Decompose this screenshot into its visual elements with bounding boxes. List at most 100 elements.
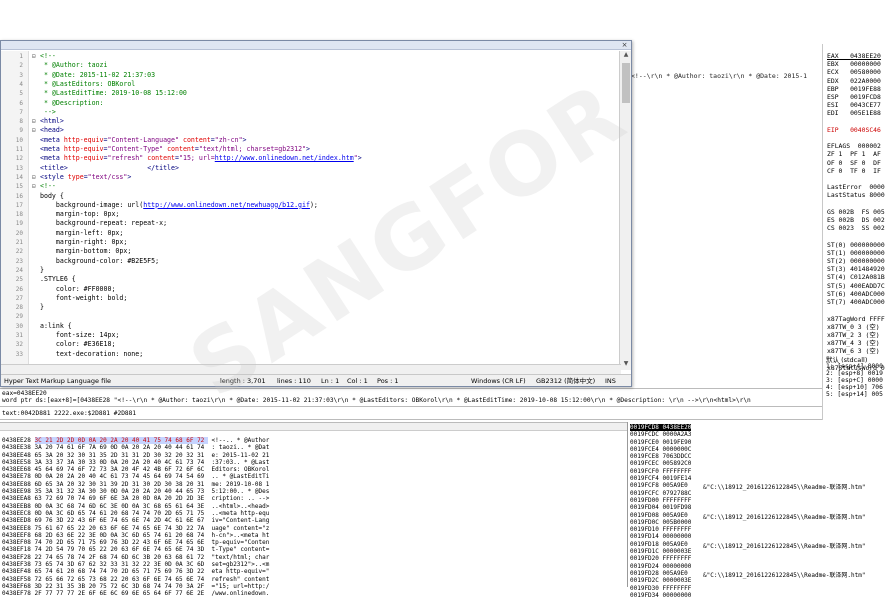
code-line[interactable]: 24} (1, 266, 619, 275)
code-line[interactable]: 2 * @Author: taozi (1, 61, 619, 70)
fold-icon[interactable]: ⊟ (32, 52, 36, 61)
stack-panel[interactable]: 0019FCD8 0438EE20 0019FCDC 0000A2A3 0019FC… (627, 422, 889, 599)
code-line[interactable]: 10 <meta http-equiv="Content-Language" co… (1, 136, 619, 145)
code-line[interactable]: 28} (1, 303, 619, 312)
close-icon[interactable]: × (620, 41, 629, 49)
code-line[interactable]: 4 * @LastEditors: OBKorol (1, 80, 619, 89)
register-row[interactable]: ST(3) 401484920 (827, 265, 885, 273)
code-line[interactable]: 15 ⊟ <!-- (1, 182, 619, 191)
stack-row[interactable]: 0019FD18 005A9E0 (630, 541, 691, 548)
dump-row[interactable]: 0438EEE8 75 61 67 65 22 20 63 6F 6E 74 6… (2, 525, 269, 532)
code-line[interactable]: 30 a:link { (1, 322, 619, 331)
dump-row[interactable]: 0438EF38 73 65 74 3D 67 62 32 33 31 32 2… (2, 561, 269, 568)
code-line[interactable]: 8 ⊟ <html> (1, 117, 619, 126)
register-row[interactable]: ZF 1 PF 1 AF (827, 150, 885, 158)
dump-row[interactable]: 0438EEC8 0D 0A 3C 6D 65 74 61 20 68 74 7… (2, 510, 269, 517)
memory-dump-panel[interactable]: 0438EE28 3C 21 2D 2D 0D 0A 20 2A 20 40 4… (0, 422, 627, 597)
fold-icon[interactable]: ⊟ (32, 173, 36, 182)
register-row[interactable]: EBX 00000000 (827, 60, 885, 68)
stack-row[interactable]: 0019FCF8 005A9E0 (630, 482, 691, 489)
dump-rows[interactable]: 0438EE28 3C 21 2D 2D 0D 0A 20 2A 20 40 4… (2, 437, 269, 598)
argument-row[interactable]: 5: [esp+14] 005 (826, 391, 883, 398)
dump-row[interactable]: 0438EE98 35 3A 31 32 3A 30 30 0D 0A 20 2… (2, 488, 269, 495)
scroll-up-icon[interactable]: ▲ (620, 51, 632, 61)
code-line[interactable]: 1 ⊟ <!-- (1, 52, 619, 61)
stack-rows[interactable]: 0019FCD8 0438EE20 0019FCDC 0000A2A3 0019FC… (630, 424, 692, 599)
stack-row[interactable]: 0019FCD8 0438EE20 (630, 424, 692, 432)
stack-row[interactable]: 0019FD04 0019FD98 (630, 504, 691, 511)
stack-row[interactable]: 0019FCF0 FFFFFFFF (630, 468, 691, 475)
code-line[interactable]: 22 margin-bottom: 0px; (1, 247, 619, 256)
stack-row[interactable]: 0019FD28 005A9E0 (630, 570, 691, 577)
register-row[interactable]: GS 002B FS 005 (827, 208, 885, 216)
stack-row[interactable]: 0019FD2C 0000003E (630, 577, 691, 584)
code-line[interactable]: 32 color: #E36E18; (1, 340, 619, 349)
code-line[interactable]: 33 text-decoration: none; (1, 350, 619, 359)
dump-row[interactable]: 0438EED8 69 76 3D 22 43 6F 6E 74 65 6E 7… (2, 517, 269, 524)
argument-row[interactable]: 1: [esp+4] 0000 (826, 363, 883, 370)
code-area[interactable]: 1 ⊟ <!-- 2 * @Author: taozi 3 * @Date: 2015-… (1, 51, 619, 370)
dump-row[interactable]: 0438EF78 2F 77 77 77 2E 6F 6E 6C 69 6E 6… (2, 590, 269, 597)
code-line[interactable]: 31 font-size: 14px; (1, 331, 619, 340)
register-row[interactable]: x87TagWord FFFF (827, 315, 885, 323)
editor-window[interactable]: × 1 ⊟ <!-- 2 * @Author: taozi 3 * @Date: 201… (0, 40, 632, 387)
stack-row[interactable]: 0019FD14 00000000 (630, 533, 691, 540)
code-line[interactable]: 17 background-image: url(http://www.onli… (1, 201, 619, 210)
scroll-thumb[interactable] (622, 63, 630, 103)
register-row[interactable]: ST(6) 400ADC000 (827, 290, 885, 298)
stack-row[interactable]: 0019FD20 FFFFFFFF (630, 555, 691, 562)
stack-row[interactable]: 0019FD0C 005B0000 (630, 519, 691, 526)
dump-row[interactable]: 0438EE78 0D 0A 20 2A 20 40 4C 61 73 74 4… (2, 473, 269, 480)
code-line[interactable]: 12 <meta http-equiv="refresh" content="15… (1, 154, 619, 163)
dump-row[interactable]: 0438EEB8 0D 0A 3C 68 74 6D 6C 3E 0D 0A 3… (2, 503, 269, 510)
stack-row[interactable]: 0019FCEC 005892C0 (630, 460, 691, 467)
register-row[interactable]: LastError 0000 (827, 183, 885, 191)
dump-row[interactable]: 0438EF58 72 65 66 72 65 73 68 22 20 63 6… (2, 576, 269, 583)
stack-row[interactable]: 0019FD08 005A9E0 (630, 512, 691, 519)
register-row[interactable]: EBP 0019FE88 (827, 85, 885, 93)
stack-row[interactable]: 0019FCE4 0000000C (630, 446, 691, 453)
register-row[interactable]: CF 0 TF 0 IF (827, 167, 885, 175)
code-line[interactable]: 6 * @Description: (1, 99, 619, 108)
register-row[interactable]: ST(2) 000000000 (827, 257, 885, 265)
register-row[interactable]: EIP 0040SC46 (827, 126, 885, 134)
stack-row[interactable]: 0019FD24 00000000 (630, 563, 691, 570)
register-row[interactable]: ES 002B DS 002 (827, 216, 885, 224)
dump-row[interactable]: 0438EE68 45 64 69 74 6F 72 73 3A 20 4F 4… (2, 466, 269, 473)
vertical-scrollbar[interactable]: ▲ ▼ (619, 51, 631, 370)
code-line[interactable]: 11 <meta http-equiv="Content-Type" conten… (1, 145, 619, 154)
fold-icon[interactable]: ⊟ (32, 126, 36, 135)
code-line[interactable]: 13 <title> </title> (1, 164, 619, 173)
code-line[interactable]: 27 font-weight: bold; (1, 294, 619, 303)
register-row[interactable]: ESP 0019FCD8 (827, 93, 885, 101)
code-line[interactable]: 20 margin-left: 0px; (1, 229, 619, 238)
stack-row[interactable]: 0019FCE0 0019FE90 (630, 439, 691, 446)
code-line[interactable]: 26 color: #FF0000; (1, 285, 619, 294)
argument-row[interactable]: 4: [esp+10] 706 (826, 384, 883, 391)
argument-row[interactable]: 2: [esp+8] 0019 (826, 370, 883, 377)
dump-row[interactable]: 0438EE48 65 3A 20 32 30 31 35 2D 31 31 2… (2, 452, 269, 459)
stack-row[interactable]: 0019FD34 00000000 (630, 592, 691, 599)
register-row[interactable]: ESI 0043CE77 (827, 101, 885, 109)
horizontal-scrollbar[interactable] (1, 364, 621, 374)
dump-row[interactable]: 0438EEF8 68 2D 63 6E 22 3E 0D 0A 3C 6D 6… (2, 532, 269, 539)
argument-row[interactable]: 3: [esp+C] 0000 (826, 377, 883, 384)
stack-row[interactable]: 0019FD10 FFFFFFFF (630, 526, 691, 533)
register-row[interactable]: ST(1) 000000000 (827, 249, 885, 257)
stack-row[interactable]: 0019FCE8 7063DDCC (630, 453, 691, 460)
code-line[interactable]: 19 background-repeat: repeat-x; (1, 219, 619, 228)
dump-row[interactable]: 0438EF48 65 74 61 20 68 74 74 70 2D 65 7… (2, 568, 269, 575)
dump-row[interactable]: 0438EE38 3A 20 74 61 6F 7A 69 0D 0A 20 2… (2, 444, 269, 451)
dump-row[interactable]: 0438EF28 22 74 65 78 74 2F 68 74 6D 6C 3… (2, 554, 269, 561)
code-line[interactable]: 21 margin-right: 0px; (1, 238, 619, 247)
register-row[interactable]: ST(5) 400EADD7C (827, 282, 885, 290)
register-row[interactable]: LastStatus 8000 (827, 191, 885, 199)
register-row[interactable]: x87TW_0 3 (空) (827, 323, 885, 331)
code-line[interactable]: 9 ⊟ <head> (1, 126, 619, 135)
dump-tabs[interactable] (0, 423, 627, 431)
code-line[interactable]: 29 (1, 312, 619, 321)
code-line[interactable]: 25 .STYLE6 { (1, 275, 619, 284)
register-row[interactable]: ST(7) 400ADC000 (827, 298, 885, 306)
stack-row[interactable]: 0019FD1C 0000003E (630, 548, 691, 555)
register-row[interactable]: x87TW_2 3 (空) (827, 331, 885, 339)
